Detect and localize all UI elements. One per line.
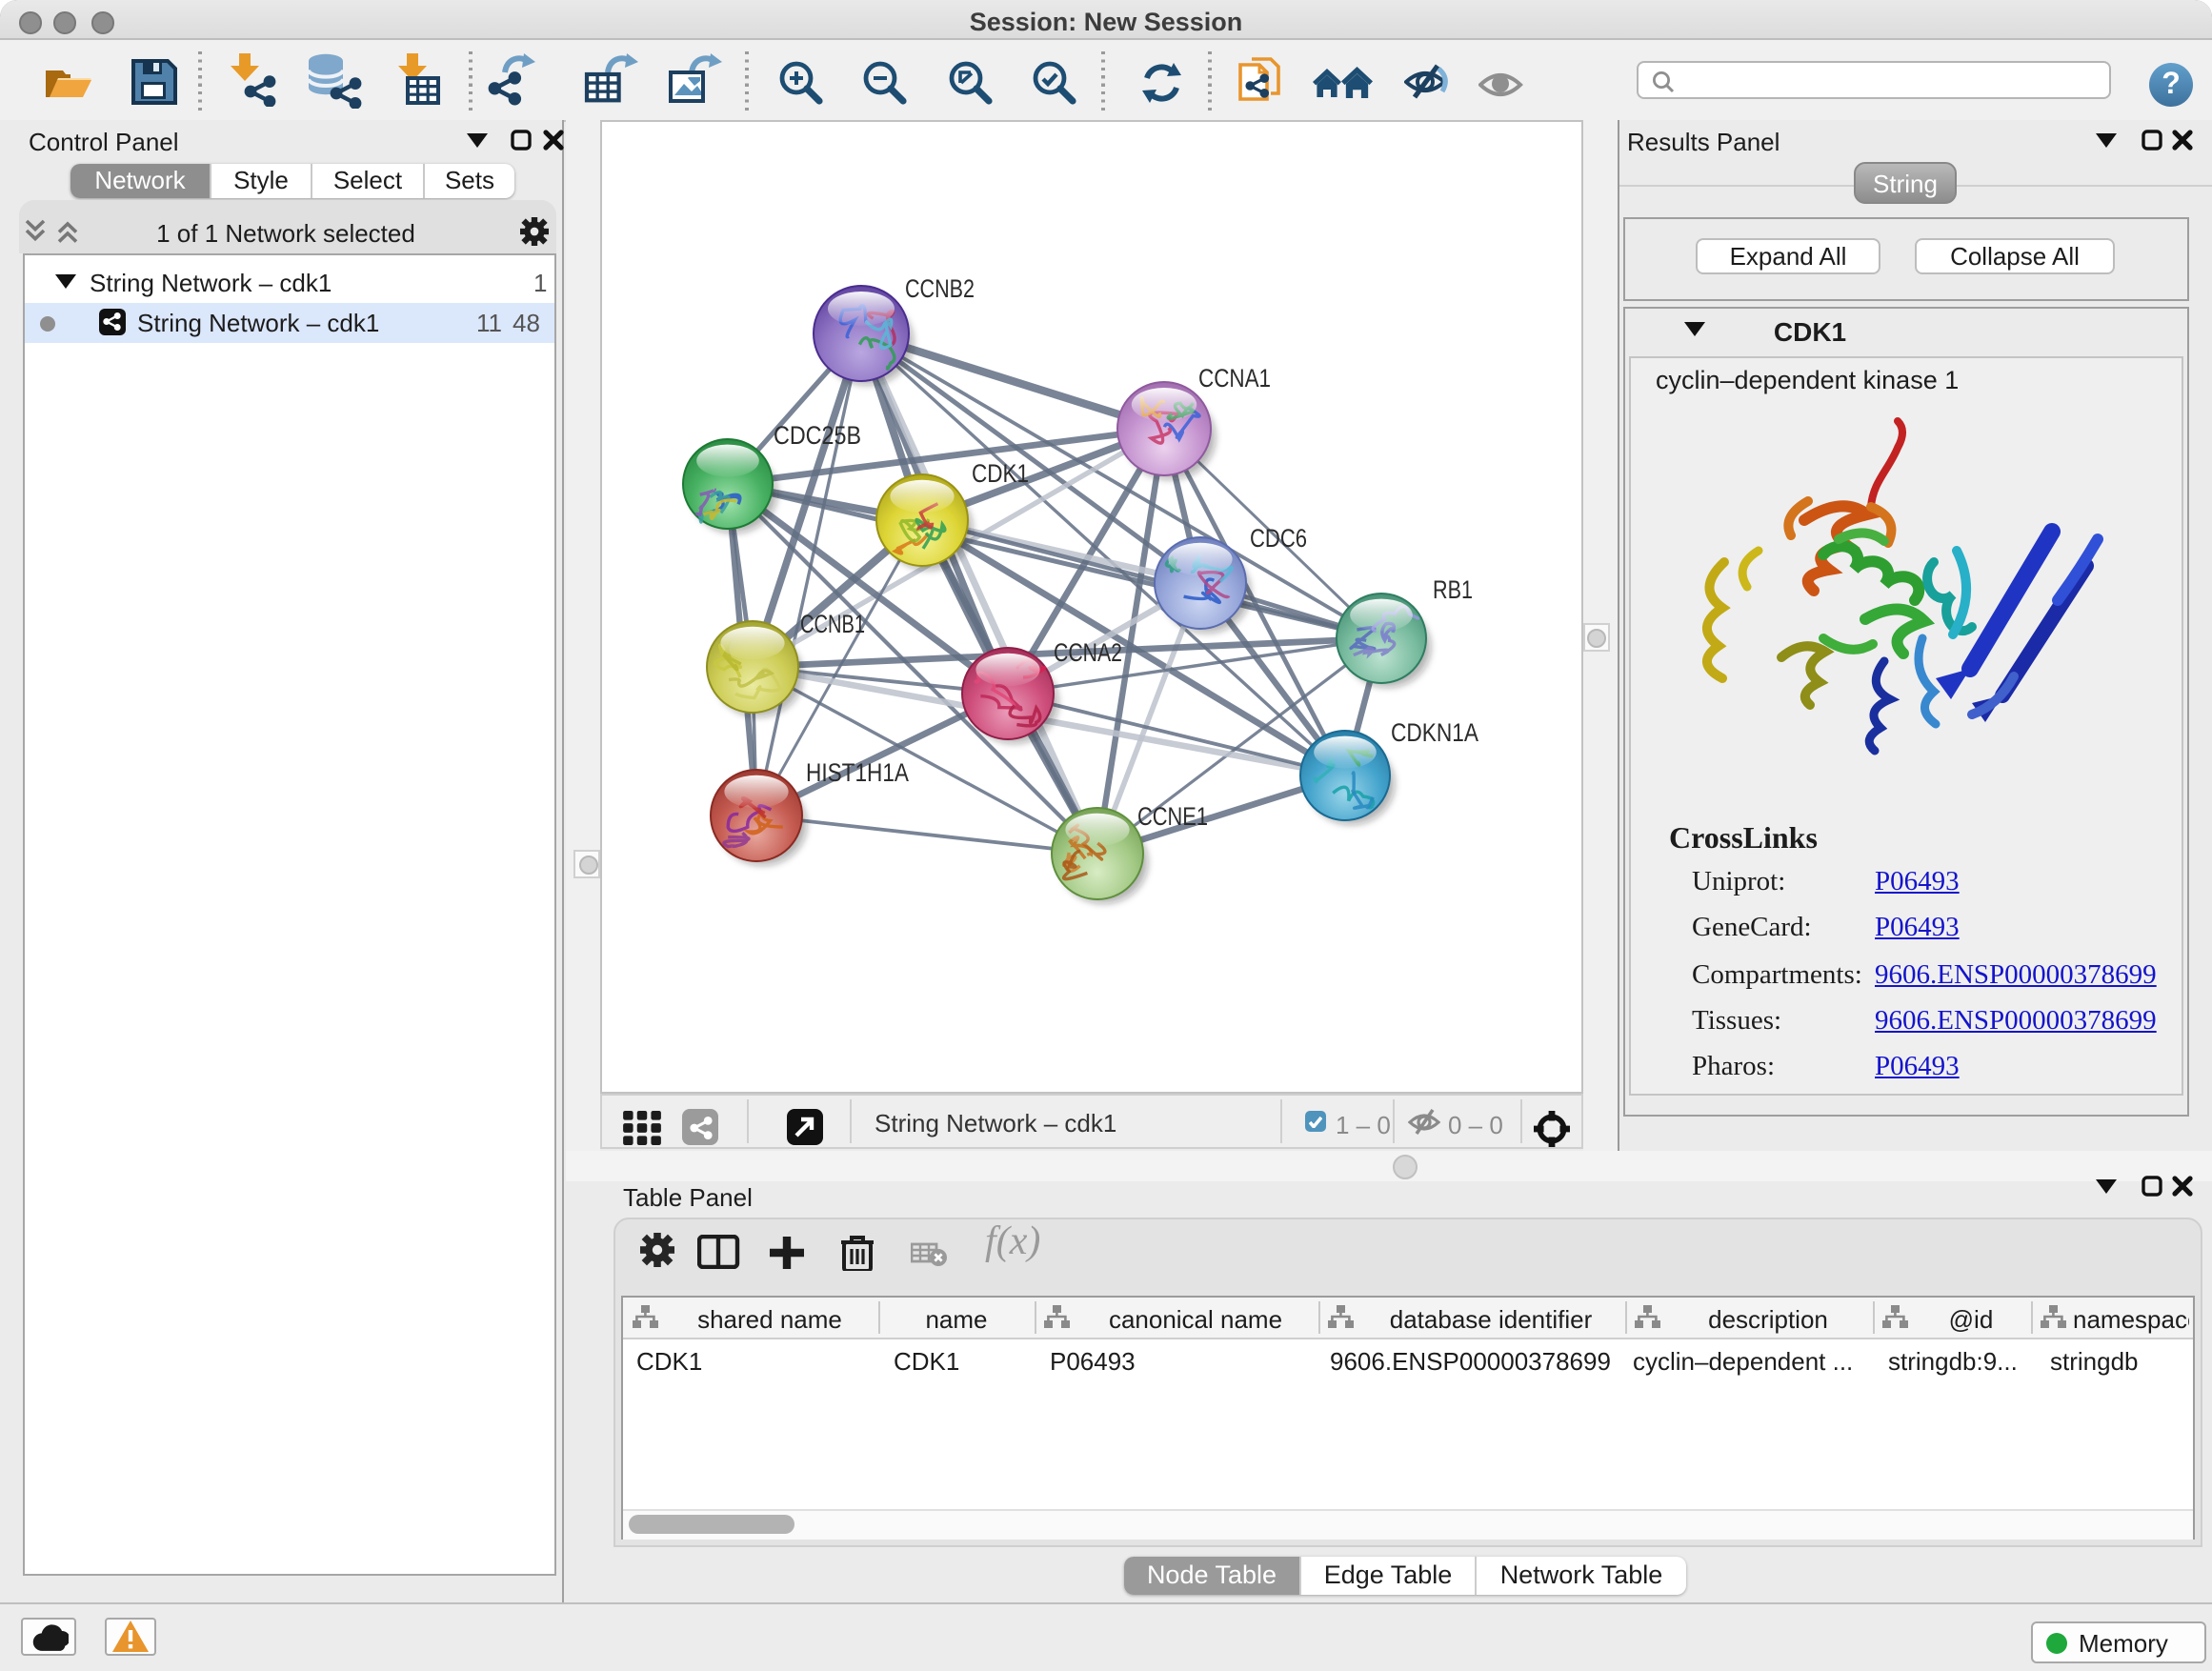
svg-text:CCNA2: CCNA2: [1054, 638, 1122, 667]
svg-text:CDKN1A: CDKN1A: [1391, 718, 1478, 747]
svg-text:CCNA1: CCNA1: [1198, 364, 1271, 393]
svg-text:CDK1: CDK1: [972, 459, 1029, 488]
svg-text:CDC6: CDC6: [1250, 524, 1307, 553]
svg-text:CCNB1: CCNB1: [800, 610, 865, 638]
svg-text:CCNB2: CCNB2: [905, 274, 975, 303]
svg-text:HIST1H1A: HIST1H1A: [806, 758, 909, 787]
svg-text:CDC25B: CDC25B: [774, 421, 861, 450]
svg-text:CCNE1: CCNE1: [1137, 802, 1208, 831]
svg-text:RB1: RB1: [1433, 575, 1473, 604]
